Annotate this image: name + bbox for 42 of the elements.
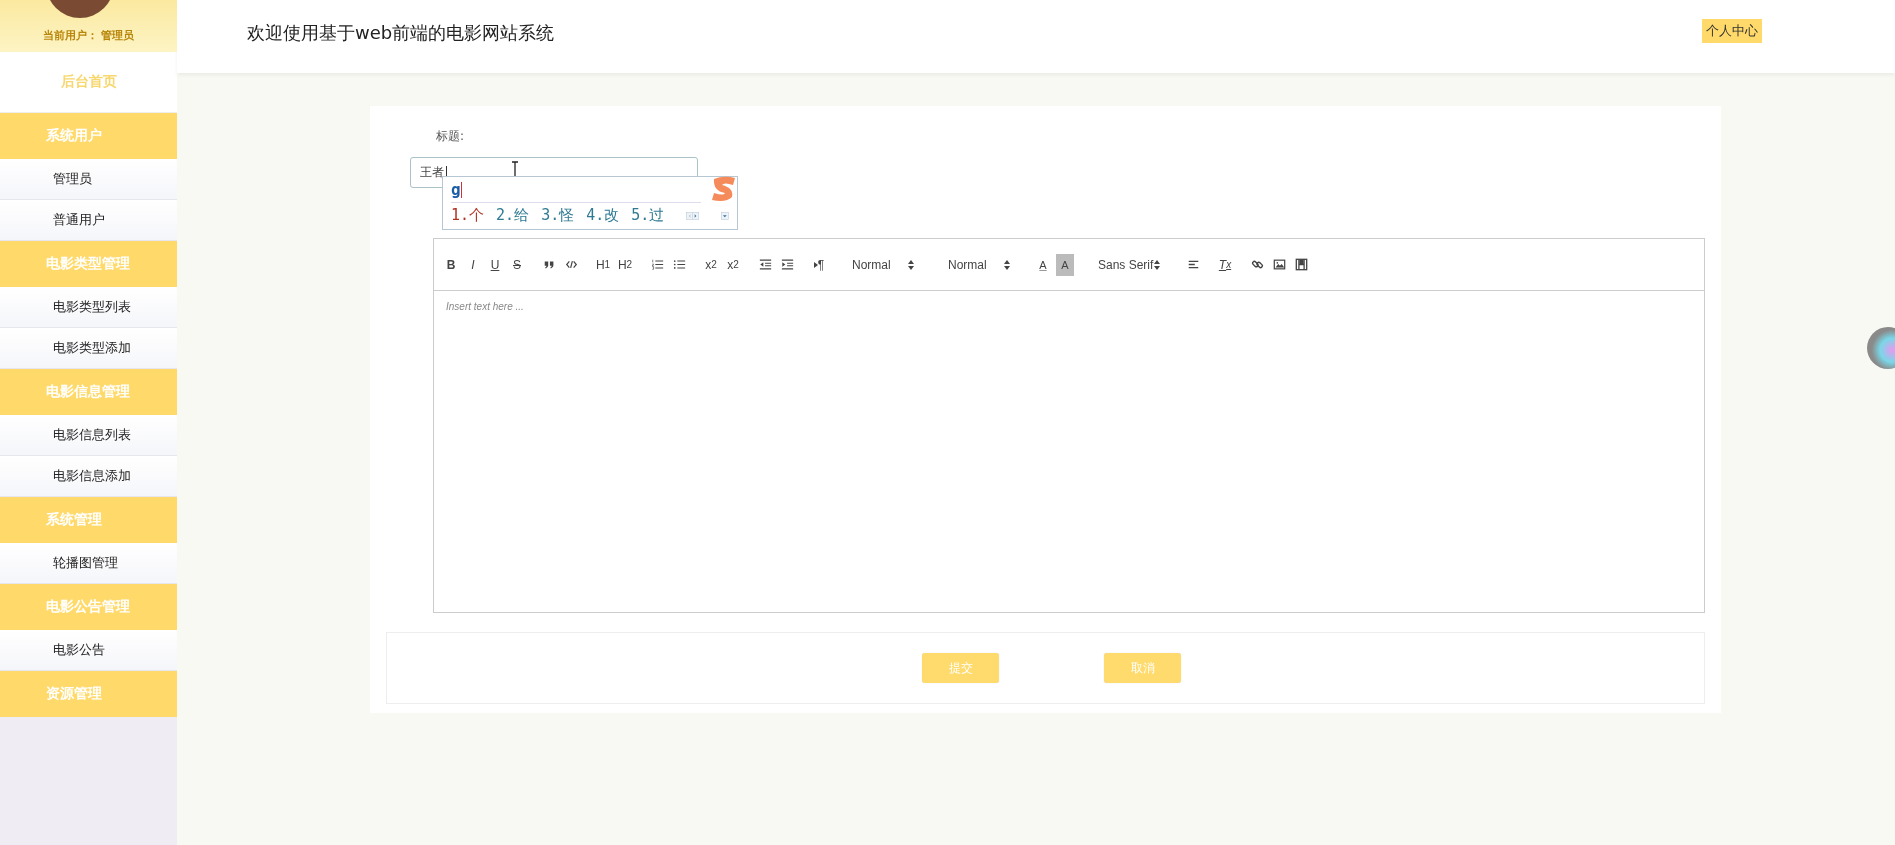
blockquote-icon bbox=[542, 258, 556, 271]
ime-candidate[interactable]: 3.怪 bbox=[541, 206, 575, 225]
sidebar-item[interactable]: 电影类型添加 bbox=[0, 328, 177, 369]
outdent-icon bbox=[758, 258, 772, 271]
italic-button[interactable]: I bbox=[464, 253, 482, 276]
format-select[interactable]: Normal bbox=[848, 257, 918, 272]
strike-button[interactable]: S bbox=[508, 253, 526, 276]
background-button[interactable]: A bbox=[1056, 253, 1074, 276]
format-select[interactable]: Sans Serif bbox=[1094, 257, 1164, 272]
link-icon bbox=[1250, 258, 1264, 271]
sort-arrows-icon bbox=[1004, 259, 1010, 270]
align-icon bbox=[1186, 258, 1200, 271]
color-button[interactable]: A bbox=[1034, 253, 1052, 276]
ime-candidate[interactable]: 2.给 bbox=[496, 206, 530, 225]
ime-candidate[interactable]: 5.过 bbox=[631, 206, 665, 225]
sidebar-item[interactable]: 轮播图管理 bbox=[0, 543, 177, 584]
sidebar-item[interactable]: 电影类型列表 bbox=[0, 287, 177, 328]
sidebar-item[interactable]: 普通用户 bbox=[0, 200, 177, 241]
page-title: 欢迎使用基于web前端的电影网站系统 bbox=[247, 20, 555, 45]
sort-arrows-icon bbox=[1154, 259, 1160, 270]
triangle-icon bbox=[813, 261, 818, 268]
profile-button[interactable]: 个人中心 bbox=[1702, 19, 1762, 43]
bullet-list-icon bbox=[672, 258, 686, 271]
code-icon bbox=[564, 258, 578, 271]
sidebar-item[interactable]: 电影信息添加 bbox=[0, 456, 177, 497]
sidebar-item[interactable]: 电影公告 bbox=[0, 630, 177, 671]
sidebar-item[interactable]: 电影信息列表 bbox=[0, 415, 177, 456]
image-icon bbox=[1272, 258, 1286, 271]
direction-button[interactable]: ¶ bbox=[810, 253, 828, 276]
indent-icon bbox=[780, 258, 794, 271]
field-label: 标题: bbox=[436, 129, 465, 143]
format-select[interactable]: Normal bbox=[944, 257, 1014, 272]
underline-button[interactable]: U bbox=[486, 253, 504, 276]
ordered-list-icon bbox=[650, 258, 664, 271]
sort-arrows-icon bbox=[908, 259, 914, 270]
ime-candidate[interactable]: 4.改 bbox=[586, 206, 620, 225]
video-icon bbox=[1294, 258, 1308, 271]
current-user: 当前用户： 管理员 bbox=[42, 28, 135, 43]
bold-button[interactable]: B bbox=[442, 253, 460, 276]
editor-placeholder[interactable]: Insert text here ... bbox=[434, 291, 1704, 322]
ime-candidate[interactable]: 1.个 bbox=[451, 206, 485, 225]
sidebar-item[interactable]: 管理员 bbox=[0, 159, 177, 200]
